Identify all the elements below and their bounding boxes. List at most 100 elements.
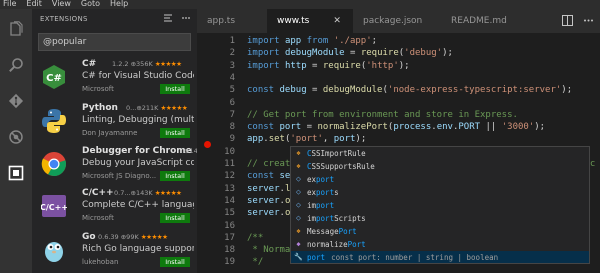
install-button[interactable]: Install: [160, 171, 190, 181]
line-number: 11: [224, 159, 235, 169]
suggest-item[interactable]: ❖ MessagePort: [291, 225, 589, 238]
code-line[interactable]: 8 const port = normalizePort(process.env.…: [197, 121, 600, 134]
suggest-item[interactable]: ⬦ import: [291, 199, 589, 212]
suggest-label: export: [307, 175, 335, 184]
code-line[interactable]: 1 import app from './app';: [197, 35, 600, 48]
code-line[interactable]: 5 const debug = debugModule('node-express…: [197, 84, 600, 97]
line-number: 14: [224, 195, 235, 206]
code-text: import http = require('http');: [247, 60, 410, 71]
tab-app-ts[interactable]: app.ts: [197, 9, 267, 33]
intellisense-suggest-widget[interactable]: ❖ CSSImportRule ❖ CSSSupportsRule ⬦ export ⬦ ex…: [290, 146, 590, 264]
chrome-logo-icon: [40, 150, 68, 178]
code-text: const port = normalizePort(process.env.P…: [247, 122, 546, 133]
line-number: 2: [229, 48, 235, 59]
code-line[interactable]: 7 // Get port from environment and store …: [197, 109, 600, 122]
activity-bar: [0, 9, 32, 273]
code-text: server.li: [247, 183, 296, 194]
extension-item-chrome-debugger[interactable]: Debugger for Chrome ⊕148 Debug your Java…: [32, 144, 197, 186]
line-number: 16: [224, 220, 235, 231]
extension-item-csharp[interactable]: C# C# 1.2.2 ⊕356K ★★★★★ C# for Visual St…: [32, 57, 197, 101]
editor-tab-bar: app.ts www.ts ✕ package.json README.md: [197, 9, 600, 33]
code-line[interactable]: 4: [197, 72, 600, 85]
extension-meta: ⊕148: [184, 147, 197, 155]
tab-readme-md[interactable]: README.md: [441, 9, 537, 33]
suggest-label: exports: [307, 188, 339, 197]
code-text: // create: [247, 159, 296, 169]
tab-www-ts[interactable]: www.ts ✕: [267, 9, 353, 33]
split-editor-icon[interactable]: [562, 15, 573, 26]
extension-name: C#: [82, 59, 97, 69]
code-text: /**: [247, 232, 264, 243]
extensions-list: C# C# 1.2.2 ⊕356K ★★★★★ C# for Visual St…: [32, 57, 197, 273]
files-icon[interactable]: [6, 19, 26, 39]
extension-meta: 1.2.2 ⊕356K ★★★★★: [112, 60, 182, 68]
extension-publisher: Microsoft: [82, 85, 114, 93]
field-icon: ⬦: [296, 175, 301, 183]
rating-stars: ★★★★★: [154, 60, 182, 68]
line-number: 5: [229, 85, 235, 96]
extension-version-downloads: ⊕148: [184, 147, 197, 155]
debug-icon[interactable]: [6, 127, 26, 147]
menu-edit[interactable]: Edit: [21, 0, 47, 8]
suggest-item[interactable]: ◆ normalizePort: [291, 238, 589, 251]
search-icon[interactable]: [6, 55, 26, 75]
menu-view[interactable]: View: [47, 0, 76, 8]
rating-stars: ★★★★★: [140, 233, 168, 241]
code-text: server.on: [247, 208, 296, 219]
more-actions-icon[interactable]: [583, 15, 594, 26]
extension-item-cpp[interactable]: C/C++ C/C++ 0.7...⊕143K ★★★★★ Complete C…: [32, 186, 197, 230]
line-number: 13: [224, 183, 235, 194]
code-line[interactable]: 6: [197, 97, 600, 110]
line-number: 12: [224, 171, 235, 182]
close-icon[interactable]: ✕: [333, 16, 341, 26]
extension-version-downloads: 1.2.2 ⊕356K: [112, 60, 153, 68]
extensions-sidebar: EXTENSIONS C# C# 1.2.2 ⊕356K ★★★★★ C# fo…: [32, 9, 197, 273]
code-text: const debug = debugModule('node-express-…: [247, 85, 573, 96]
install-button[interactable]: Install: [160, 128, 190, 138]
extensions-search-input[interactable]: [38, 33, 191, 51]
suggest-item[interactable]: ⬦ exports: [291, 186, 589, 199]
tab-package-json[interactable]: package.json: [353, 9, 441, 33]
extension-version-downloads: 0...⊕211K: [126, 104, 159, 112]
extension-version-downloads: 0.6.39 ⊕99K: [98, 233, 139, 241]
menu-goto[interactable]: Goto: [76, 0, 105, 8]
extensions-icon[interactable]: [6, 163, 26, 183]
go-gopher-logo-icon: [40, 236, 68, 264]
line-number: 7: [229, 109, 235, 120]
code-text: */: [247, 257, 264, 268]
extension-description: Rich Go language support f...: [82, 244, 194, 254]
suggest-label: MessagePort: [307, 227, 357, 236]
install-button[interactable]: Install: [160, 213, 190, 223]
suggest-detail: const port: number | string | boolean: [331, 253, 499, 262]
menu-file[interactable]: File: [0, 0, 21, 8]
code-text: * Normal: [247, 245, 296, 256]
filter-list-icon[interactable]: [163, 13, 173, 23]
svg-text:C#: C#: [46, 73, 62, 84]
code-line[interactable]: 2 import debugModule = require('debug');: [197, 47, 600, 60]
extension-item-go[interactable]: Go 0.6.39 ⊕99K ★★★★★ Rich Go language su…: [32, 230, 197, 273]
python-logo-icon: [40, 107, 68, 135]
more-actions-icon[interactable]: [181, 13, 191, 23]
extension-name: Python: [82, 103, 118, 113]
suggest-item[interactable]: 🔧 port const port: number | string | boole…: [291, 251, 589, 263]
extension-name: Go: [82, 232, 96, 242]
install-button[interactable]: Install: [160, 257, 190, 267]
extension-item-python[interactable]: Python 0...⊕211K ★★★★★ Linting, Debuggin…: [32, 101, 197, 144]
breakpoint-icon[interactable]: [204, 141, 211, 148]
line-number: 9: [229, 134, 235, 145]
code-text: // Get port from environment and store i…: [247, 109, 518, 120]
install-button[interactable]: Install: [160, 84, 190, 94]
line-number: 8: [229, 122, 235, 133]
suggest-item[interactable]: ❖ CSSImportRule: [291, 147, 589, 160]
field-icon: ⬦: [296, 188, 301, 196]
suggest-item[interactable]: ⬦ importScripts: [291, 212, 589, 225]
git-icon[interactable]: [6, 91, 26, 111]
line-number: 10: [224, 146, 235, 157]
menu-help[interactable]: Help: [105, 0, 133, 8]
suggest-label: import: [307, 201, 335, 210]
code-line[interactable]: 3 import http = require('http');: [197, 60, 600, 73]
suggest-item[interactable]: ⬦ export: [291, 173, 589, 186]
extension-meta: 0.6.39 ⊕99K ★★★★★: [98, 233, 168, 241]
suggest-item[interactable]: ❖ CSSSupportsRule: [291, 160, 589, 173]
code-line[interactable]: 9 app.set('port', port);: [197, 133, 600, 146]
